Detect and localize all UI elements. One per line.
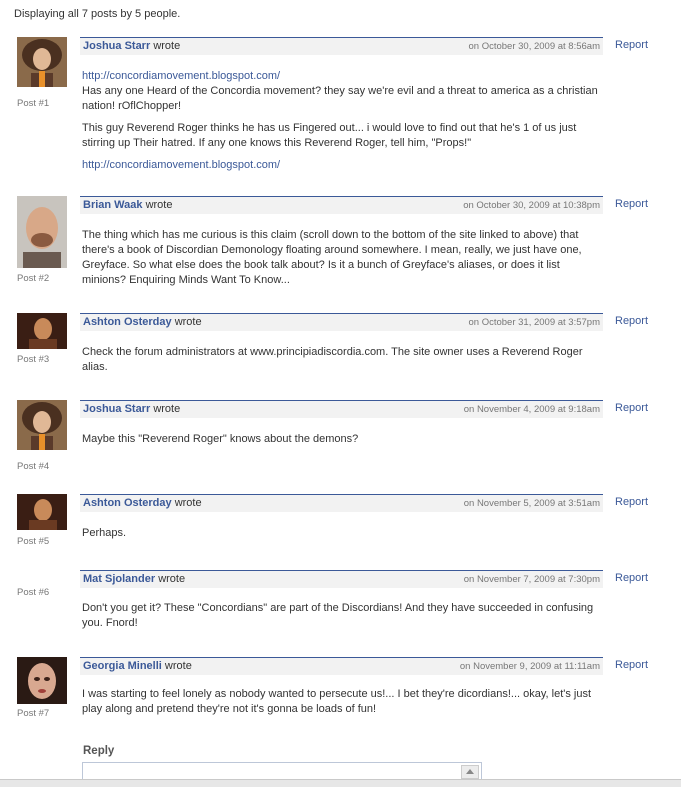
forum-post: Post #7 Georgia Minelli wrote on Novembe… bbox=[0, 657, 681, 727]
forum-post: Post #1 Joshua Starr wrote on October 30… bbox=[0, 37, 681, 171]
forum-post: Post #6 Mat Sjolander wrote on November … bbox=[0, 570, 681, 635]
post-header: Ashton Osterday wrote on November 5, 200… bbox=[80, 494, 603, 512]
post-header: Brian Waak wrote on October 30, 2009 at … bbox=[80, 196, 603, 214]
wrote-label: wrote bbox=[174, 316, 202, 328]
avatar[interactable] bbox=[17, 494, 67, 530]
report-link[interactable]: Report bbox=[615, 315, 648, 327]
post-paragraph: I was starting to feel lonely as nobody … bbox=[82, 688, 592, 715]
post-body: The thing which has me curious is this c… bbox=[82, 228, 604, 295]
wrote-label: wrote bbox=[158, 573, 186, 585]
author-link[interactable]: Georgia Minelli bbox=[83, 660, 162, 672]
forum-post: Post #3 Ashton Osterday wrote on October… bbox=[0, 313, 681, 373]
forum-post: Post #2 Brian Waak wrote on October 30, … bbox=[0, 196, 681, 296]
wrote-label: wrote bbox=[153, 403, 181, 415]
avatar[interactable] bbox=[17, 37, 67, 87]
post-body: http://concordiamovement.blogspot.com/ H… bbox=[82, 69, 604, 173]
post-date: on November 4, 2009 at 9:18am bbox=[463, 404, 600, 415]
avatar[interactable] bbox=[17, 196, 67, 268]
author-link[interactable]: Ashton Osterday bbox=[83, 316, 172, 328]
author-link[interactable]: Brian Waak bbox=[83, 199, 143, 211]
post-paragraph: Maybe this "Reverend Roger" knows about … bbox=[82, 433, 359, 445]
post-paragraph: Don't you get it? These "Concordians" ar… bbox=[82, 602, 594, 629]
avatar[interactable] bbox=[17, 400, 67, 450]
report-link[interactable]: Report bbox=[615, 496, 648, 508]
post-header: Joshua Starr wrote on November 4, 2009 a… bbox=[80, 400, 603, 418]
post-paragraph: Check the forum administrators at www.pr… bbox=[82, 346, 583, 373]
post-body: Check the forum administrators at www.pr… bbox=[82, 345, 604, 382]
post-number: Post #2 bbox=[17, 273, 50, 284]
report-link[interactable]: Report bbox=[615, 39, 648, 51]
wrote-label: wrote bbox=[145, 199, 173, 211]
post-date: on October 30, 2009 at 8:56am bbox=[468, 41, 600, 52]
post-paragraph: Has any one Heard of the Concordia movem… bbox=[82, 85, 598, 112]
scroll-up-arrow-icon[interactable] bbox=[461, 765, 479, 779]
post-link[interactable]: http://concordiamovement.blogspot.com/ bbox=[82, 69, 604, 84]
reply-label: Reply bbox=[83, 745, 115, 757]
posts-summary: Displaying all 7 posts by 5 people. bbox=[14, 8, 181, 20]
author-link[interactable]: Joshua Starr bbox=[83, 403, 150, 415]
post-date: on October 31, 2009 at 3:57pm bbox=[468, 317, 600, 328]
post-header: Georgia Minelli wrote on November 9, 200… bbox=[80, 657, 603, 675]
report-link[interactable]: Report bbox=[615, 402, 648, 414]
post-date: on November 5, 2009 at 3:51am bbox=[463, 498, 600, 509]
post-date: on October 30, 2009 at 10:38pm bbox=[463, 200, 600, 211]
forum-post: Post #5 Ashton Osterday wrote on Novembe… bbox=[0, 494, 681, 554]
avatar[interactable] bbox=[17, 313, 67, 349]
post-paragraph: This guy Reverend Roger thinks he has us… bbox=[82, 122, 577, 149]
post-number: Post #4 bbox=[17, 461, 50, 472]
post-paragraph: The thing which has me curious is this c… bbox=[82, 229, 582, 286]
post-number: Post #6 bbox=[17, 587, 50, 598]
post-paragraph: Perhaps. bbox=[82, 527, 127, 539]
author-link[interactable]: Ashton Osterday bbox=[83, 497, 172, 509]
post-number: Post #5 bbox=[17, 536, 50, 547]
report-link[interactable]: Report bbox=[615, 198, 648, 210]
author-link[interactable]: Mat Sjolander bbox=[83, 573, 155, 585]
post-number: Post #1 bbox=[17, 98, 50, 109]
post-number: Post #7 bbox=[17, 708, 50, 719]
wrote-label: wrote bbox=[164, 660, 192, 672]
post-date: on November 7, 2009 at 7:30pm bbox=[463, 574, 600, 585]
post-body: Perhaps. bbox=[82, 526, 604, 548]
report-link[interactable]: Report bbox=[615, 572, 648, 584]
author-link[interactable]: Joshua Starr bbox=[83, 40, 150, 52]
post-link[interactable]: http://concordiamovement.blogspot.com/ bbox=[82, 158, 604, 173]
wrote-label: wrote bbox=[153, 40, 181, 52]
post-body: Maybe this "Reverend Roger" knows about … bbox=[82, 432, 604, 454]
post-body: I was starting to feel lonely as nobody … bbox=[82, 687, 604, 724]
wrote-label: wrote bbox=[174, 497, 202, 509]
post-body: Don't you get it? These "Concordians" ar… bbox=[82, 601, 604, 638]
report-link[interactable]: Report bbox=[615, 659, 648, 671]
post-date: on November 9, 2009 at 11:11am bbox=[459, 661, 600, 672]
avatar[interactable] bbox=[17, 657, 67, 704]
forum-post: Post #4 Joshua Starr wrote on November 4… bbox=[0, 400, 681, 472]
post-header: Ashton Osterday wrote on October 31, 200… bbox=[80, 313, 603, 331]
post-header: Joshua Starr wrote on October 30, 2009 a… bbox=[80, 37, 603, 55]
post-number: Post #3 bbox=[17, 354, 50, 365]
post-header: Mat Sjolander wrote on November 7, 2009 … bbox=[80, 570, 603, 588]
